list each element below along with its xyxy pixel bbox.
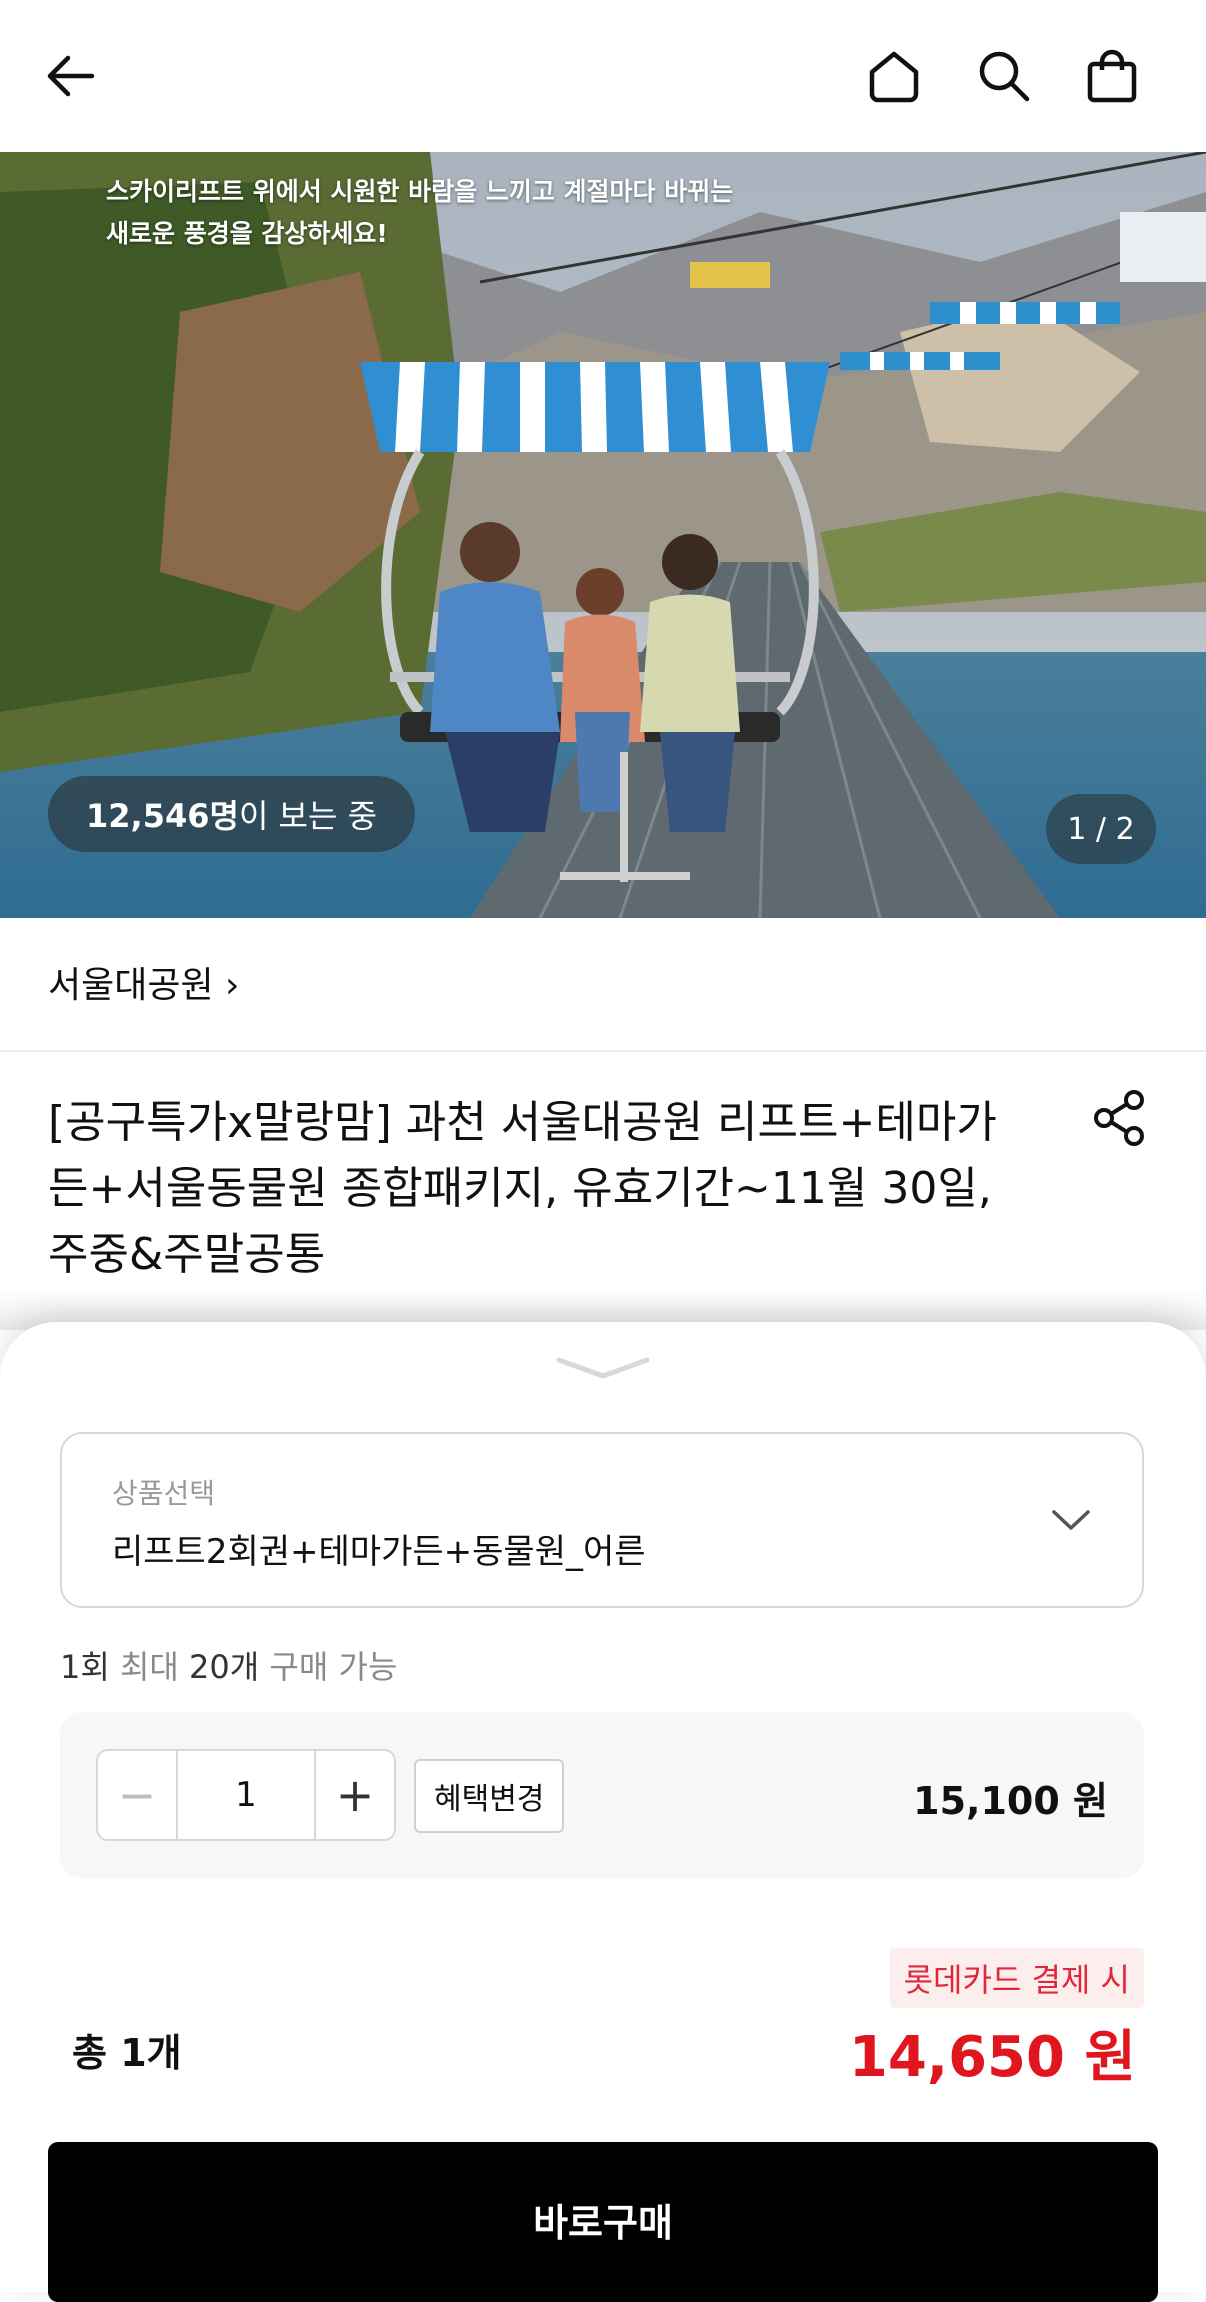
chevron-down-icon xyxy=(556,1357,650,1379)
limit-mid: 최대 xyxy=(109,1648,190,1686)
back-button[interactable] xyxy=(32,36,112,116)
home-icon xyxy=(869,51,919,103)
viewers-count: 12,546명 xyxy=(86,797,239,835)
share-icon xyxy=(1094,1090,1144,1146)
cart-button[interactable] xyxy=(1072,36,1152,116)
unit-price: 15,100 원 xyxy=(913,1779,1108,1823)
quantity-panel: − 1 + 혜택변경 15,100 원 xyxy=(60,1712,1144,1878)
hero-caption-line-1: 스카이리프트 위에서 시원한 바람을 느끼고 계절마다 바뀌는 xyxy=(106,177,734,206)
card-discount-badge: 롯데카드 결제 시 xyxy=(889,1948,1144,2008)
option-select[interactable]: 상품선택 리프트2회권+테마가든+동물원_어른 xyxy=(60,1432,1144,1608)
sheet-collapse-handle[interactable] xyxy=(553,1352,653,1382)
divider xyxy=(0,1050,1206,1052)
purchase-limit-text: 1회 최대 20개 구매 가능 xyxy=(60,1642,397,1688)
home-button[interactable] xyxy=(854,36,934,116)
option-select-value: 리프트2회권+테마가든+동물원_어른 xyxy=(112,1532,646,1572)
hero-caption-line-2: 새로운 풍경을 감상하세요! xyxy=(106,219,388,248)
total-price: 14,650 원 xyxy=(848,2025,1136,2090)
total-count: 총 1개 xyxy=(72,2031,182,2075)
increase-button[interactable]: + xyxy=(316,1751,394,1839)
top-nav-bar xyxy=(0,0,1206,152)
product-hero-image[interactable]: 스카이리프트 위에서 시원한 바람을 느끼고 계절마다 바뀌는 새로운 풍경을 … xyxy=(0,152,1206,918)
buy-now-button[interactable]: 바로구매 xyxy=(48,2142,1158,2302)
decrease-button[interactable]: − xyxy=(98,1751,176,1839)
limit-count: 20개 xyxy=(189,1648,260,1686)
limit-suffix: 구매 가능 xyxy=(259,1648,398,1686)
change-benefit-button[interactable]: 혜택변경 xyxy=(414,1759,565,1833)
search-icon xyxy=(979,51,1030,102)
arrow-left-icon xyxy=(47,55,95,97)
product-title: [공구특가x말랑맘] 과천 서울대공원 리프트+테마가든+서울동물원 종합패키지… xyxy=(48,1097,997,1280)
image-pager: 1 / 2 xyxy=(1046,794,1156,864)
brand-link[interactable]: 서울대공원 › xyxy=(48,956,239,1008)
viewers-suffix: 이 보는 중 xyxy=(238,797,378,835)
option-select-label: 상품선택 xyxy=(112,1477,216,1510)
search-button[interactable] xyxy=(964,36,1044,116)
shopping-bag-icon xyxy=(1087,49,1137,103)
limit-prefix: 1회 xyxy=(60,1648,110,1686)
chevron-down-icon xyxy=(1052,1510,1090,1530)
share-button[interactable] xyxy=(1088,1086,1152,1150)
quantity-stepper: − 1 + xyxy=(96,1749,396,1841)
quantity-value[interactable]: 1 xyxy=(176,1751,316,1839)
viewers-badge: 12,546명 이 보는 중 xyxy=(48,776,416,852)
